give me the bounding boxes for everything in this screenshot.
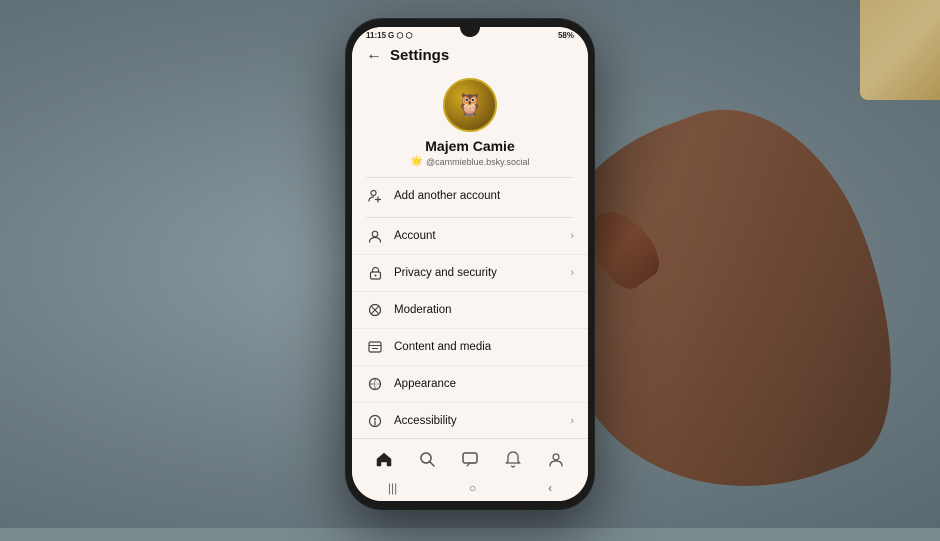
top-bar: ← Settings <box>352 42 588 70</box>
menu-label-accessibility: Accessibility <box>394 415 570 427</box>
profile-name: Majem Camie <box>425 138 514 154</box>
accessibility-icon <box>366 412 384 430</box>
add-account-icon <box>366 187 384 205</box>
menu-item-account[interactable]: Account › <box>352 218 588 255</box>
chevron-accessibility: › <box>570 415 574 427</box>
moderation-icon <box>366 301 384 319</box>
add-account-row[interactable]: Add another account <box>352 178 588 217</box>
avatar-emoji: 🦉 <box>456 92 483 118</box>
content-icon <box>366 338 384 356</box>
menu-label-appearance: Appearance <box>394 378 574 390</box>
phone-frame: 11:15 G ⬡ ⬡ 58% ← Settings 🦉 Majem Camie… <box>346 19 594 509</box>
appearance-icon <box>366 375 384 393</box>
status-time: 11:15 <box>366 31 386 40</box>
status-signal: G ⬡ ⬡ <box>388 31 413 40</box>
menu-item-accessibility[interactable]: Accessibility › <box>352 403 588 438</box>
menu-label-privacy: Privacy and security <box>394 267 570 279</box>
avatar: 🦉 <box>443 78 497 132</box>
nav-search[interactable] <box>413 445 441 473</box>
chevron-account: › <box>570 230 574 242</box>
sys-nav-menu[interactable]: ||| <box>388 481 397 495</box>
status-left: 11:15 G ⬡ ⬡ <box>366 31 413 40</box>
profile-handle: @cammieblue.bsky.social <box>426 157 530 167</box>
chevron-privacy: › <box>570 267 574 279</box>
account-icon <box>366 227 384 245</box>
profile-sun-emoji: 🌟 <box>411 156 423 167</box>
phone-screen: 11:15 G ⬡ ⬡ 58% ← Settings 🦉 Majem Camie… <box>352 27 588 501</box>
privacy-icon <box>366 264 384 282</box>
profile-handle-row: 🌟 @cammieblue.bsky.social <box>411 156 530 167</box>
menu-item-appearance[interactable]: Appearance <box>352 366 588 403</box>
status-battery: 58% <box>558 31 574 40</box>
nav-profile[interactable] <box>542 445 570 473</box>
back-button[interactable]: ← <box>366 46 382 64</box>
menu-item-content-media[interactable]: Content and media <box>352 329 588 366</box>
menu-label-account: Account <box>394 230 570 242</box>
bottom-nav <box>352 438 588 477</box>
add-account-label: Add another account <box>394 190 500 202</box>
menu-list: Account › Privacy and security › <box>352 218 588 438</box>
status-right: 58% <box>558 31 574 40</box>
sys-nav-home[interactable]: ○ <box>469 481 476 495</box>
nav-notifications[interactable] <box>499 445 527 473</box>
corner-decoration <box>860 0 940 100</box>
sys-nav-back[interactable]: ‹ <box>548 481 552 495</box>
nav-home[interactable] <box>370 445 398 473</box>
profile-section: 🦉 Majem Camie 🌟 @cammieblue.bsky.social <box>352 70 588 177</box>
menu-item-privacy-security[interactable]: Privacy and security › <box>352 255 588 292</box>
system-nav: ||| ○ ‹ <box>352 477 588 501</box>
page-title: Settings <box>390 47 449 64</box>
menu-label-content: Content and media <box>394 341 574 353</box>
menu-label-moderation: Moderation <box>394 304 574 316</box>
menu-item-moderation[interactable]: Moderation <box>352 292 588 329</box>
nav-chat[interactable] <box>456 445 484 473</box>
